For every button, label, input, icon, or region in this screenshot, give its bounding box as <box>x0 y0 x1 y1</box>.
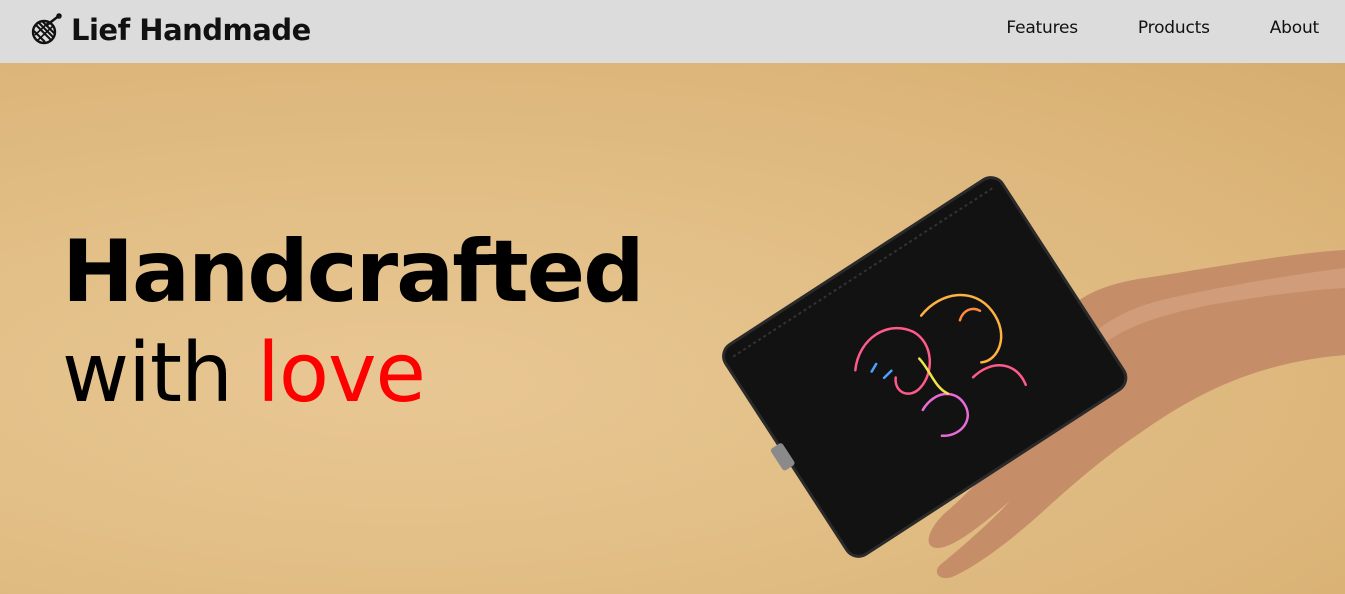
hero-section: Handcrafted with love <box>0 63 1345 594</box>
hero-title: Handcrafted <box>62 222 645 322</box>
brand-logo[interactable]: Lief Handmade <box>29 10 311 50</box>
nav-link-products[interactable]: Products <box>1138 18 1210 38</box>
navbar: Lief Handmade Features Products About <box>0 0 1345 63</box>
brand-name: Lief Handmade <box>71 13 311 47</box>
yarn-needle-icon <box>29 13 63 47</box>
nav-link-about[interactable]: About <box>1270 18 1319 38</box>
hero-subtitle-prefix: with <box>62 326 258 421</box>
hero-product-image <box>722 176 1345 579</box>
hero-subtitle: with love <box>62 333 426 415</box>
nav-link-features[interactable]: Features <box>1006 18 1078 38</box>
hero-accent-word: love <box>257 326 426 421</box>
nav-links: Features Products About <box>1006 18 1319 38</box>
